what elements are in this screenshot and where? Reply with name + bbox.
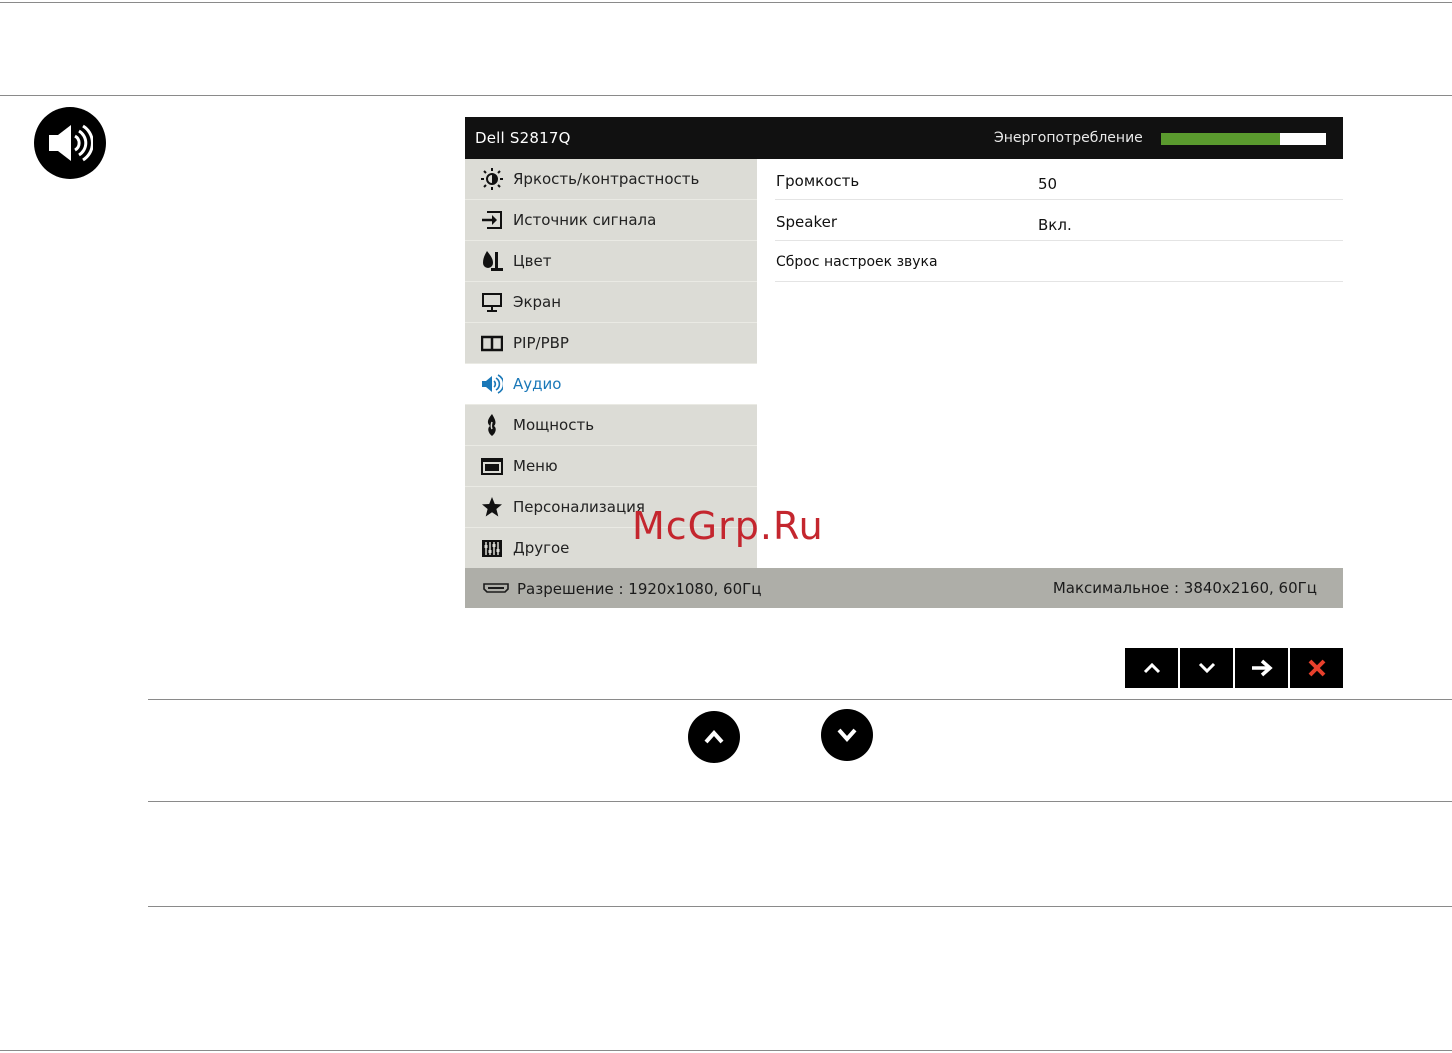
menu-item-menu[interactable]: Меню [465, 446, 757, 487]
menu-item-label: Яркость/контрастность [513, 170, 700, 188]
other-icon [482, 540, 502, 557]
input-source-icon [482, 211, 502, 229]
row-rule-2 [148, 801, 1452, 802]
menu-item-label: Экран [513, 293, 562, 311]
row-rule-3 [148, 906, 1452, 907]
up-button[interactable] [1125, 648, 1178, 688]
osd-header: Dell S2817Q Энергопотребление [465, 117, 1343, 159]
submenu-row-audio-reset[interactable]: Сброс настроек звука [775, 241, 1343, 282]
menu-item-label: Цвет [513, 252, 552, 270]
enter-button[interactable] [1235, 648, 1288, 688]
menu-item-input-source[interactable]: Источник сигнала [465, 200, 757, 241]
top-rule [0, 2, 1452, 3]
menu-item-label: Меню [513, 457, 558, 475]
chevron-up-icon [704, 729, 724, 744]
speaker-value: Вкл. [1038, 216, 1072, 234]
arrow-right-icon [1251, 659, 1273, 677]
chevron-down-icon [837, 728, 857, 743]
round-down-button[interactable] [821, 709, 873, 761]
menu-item-color[interactable]: Цвет [465, 241, 757, 282]
osd-window: Dell S2817Q Энергопотребление Яркость/ко… [465, 117, 1343, 608]
close-icon [1308, 659, 1325, 677]
pip-icon [481, 335, 503, 352]
bottom-rule [0, 1050, 1452, 1051]
menu-item-brightness[interactable]: Яркость/контрастность [465, 159, 757, 200]
current-resolution: Разрешение : 1920x1080, 60Гц [517, 580, 762, 598]
energy-meter [1161, 133, 1326, 145]
osd-footer: Разрешение : 1920x1080, 60Гц Максимально… [465, 568, 1343, 608]
audio-reset-label: Сброс настроек звука [776, 254, 938, 270]
menu-item-label: Источник сигнала [513, 211, 657, 229]
volume-value: 50 [1038, 175, 1058, 193]
audio-submenu: Громкость 50 Speaker Вкл. Сброс настроек… [775, 159, 1343, 282]
menu-icon [481, 458, 503, 475]
watermark: McGrp.Ru [632, 504, 824, 548]
row-rule-1 [148, 699, 1452, 700]
energy-meter-fill [1161, 133, 1280, 145]
header-rule [0, 95, 1452, 96]
brightness-icon [481, 168, 503, 190]
speaker-label: Speaker [776, 213, 838, 231]
hdmi-icon [483, 583, 509, 593]
audio-section-icon [34, 107, 106, 179]
max-resolution: Максимальное : 3840x2160, 60Гц [1052, 579, 1317, 597]
power-icon [487, 414, 496, 436]
submenu-row-speaker[interactable]: Speaker Вкл. [775, 200, 1343, 241]
round-up-button[interactable] [688, 711, 740, 763]
star-icon [482, 497, 502, 517]
volume-label: Громкость [776, 172, 860, 190]
menu-item-power[interactable]: Мощность [465, 405, 757, 446]
energy-label: Энергопотребление [994, 130, 1143, 146]
chevron-up-icon [1143, 662, 1160, 674]
down-button[interactable] [1180, 648, 1233, 688]
menu-item-label: Персонализация [513, 498, 645, 516]
menu-item-pip[interactable]: PIP/PBP [465, 323, 757, 364]
menu-item-label: PIP/PBP [513, 334, 569, 352]
color-icon [483, 251, 503, 271]
chevron-down-icon [1198, 662, 1215, 674]
display-icon [482, 293, 502, 312]
audio-icon [482, 374, 503, 394]
menu-item-label: Другое [513, 539, 570, 557]
close-button[interactable] [1290, 648, 1343, 688]
osd-title: Dell S2817Q [475, 129, 571, 147]
menu-item-audio[interactable]: Аудио [465, 364, 757, 405]
menu-item-label: Аудио [513, 375, 562, 393]
menu-item-label: Мощность [513, 416, 595, 434]
menu-item-display[interactable]: Экран [465, 282, 757, 323]
submenu-row-volume[interactable]: Громкость 50 [775, 159, 1343, 200]
osd-nav-buttons [1125, 648, 1343, 688]
